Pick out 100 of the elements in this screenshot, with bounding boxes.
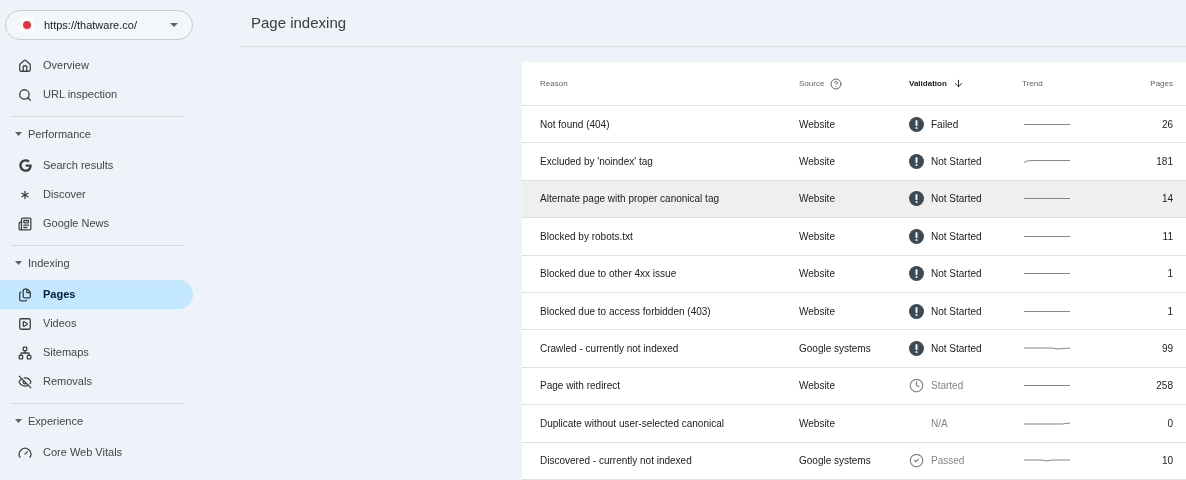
alert-icon (909, 116, 924, 132)
nav-item[interactable]: URL inspection (0, 80, 193, 109)
pages-count: 26 (1161, 117, 1173, 132)
validation-status: Not Started (931, 229, 982, 244)
reason-text: Blocked by robots.txt (540, 230, 633, 242)
sitemap-icon (18, 345, 32, 360)
alert-icon (909, 191, 924, 207)
source-text: Website (799, 118, 835, 130)
column-header: Source (799, 77, 825, 90)
source-text: Website (799, 417, 835, 429)
pages-count: 258 (1156, 379, 1173, 394)
nav-item[interactable]: Sitemaps (0, 338, 193, 367)
trend-sparkline (1024, 234, 1070, 238)
column-header: Trend (1022, 77, 1043, 90)
nav-item[interactable]: Google News (0, 209, 193, 238)
nav-item[interactable]: Search results (0, 151, 193, 180)
nav-item[interactable]: Removals (0, 367, 193, 396)
source-text: Website (799, 380, 835, 392)
table-row[interactable]: Blocked due to other 4xx issue Website Not Started 1 (522, 255, 1186, 293)
reason-text: Alternate page with proper canonical tag (540, 193, 719, 205)
column-header: Pages (1150, 77, 1173, 90)
trend-sparkline (1024, 309, 1070, 313)
source-text: Website (799, 156, 835, 168)
trend-sparkline (1024, 384, 1070, 388)
letter-g-icon (18, 159, 32, 172)
nav-item[interactable]: Videos (0, 309, 193, 338)
validation-status: Failed (931, 117, 959, 132)
nav-item[interactable]: Pages (0, 280, 193, 309)
reason-text: Page with redirect (540, 380, 621, 392)
pages-count: 14 (1161, 192, 1173, 207)
nav-item[interactable]: Discover (0, 180, 193, 209)
home-icon (18, 58, 32, 73)
source-text: Website (799, 193, 835, 205)
nav-item[interactable]: Overview (0, 51, 193, 80)
validation-status: Not Started (931, 192, 982, 207)
collapse-caret-icon[interactable] (15, 261, 22, 265)
table-row[interactable]: Excluded by 'noindex' tag Website Not Started 181 (522, 143, 1186, 181)
collapse-caret-icon[interactable] (15, 132, 22, 136)
validation-status: Not Started (931, 304, 982, 319)
table-row[interactable]: Page with redirect Website Started 258 (522, 367, 1186, 406)
newspaper-icon (18, 216, 32, 231)
pages-count: 1 (1167, 304, 1173, 319)
pages-count: 11 (1162, 229, 1173, 244)
pages-count: 10 (1161, 454, 1173, 469)
gauge-icon (18, 445, 32, 460)
check-circle-icon (909, 453, 924, 469)
reason-text: Not found (404) (540, 118, 610, 130)
trend-sparkline (1024, 347, 1070, 351)
video-icon (18, 316, 32, 331)
page-title: Page indexing (251, 12, 347, 33)
help-icon[interactable] (830, 77, 843, 90)
reason-text: Blocked due to access forbidden (403) (540, 305, 711, 317)
table-row[interactable]: Crawled - currently not indexed Google systems Not Started 99 (522, 330, 1186, 368)
table-row[interactable]: Duplicate without user-selected canonical Website N/A 0 (522, 405, 1186, 443)
reason-text: Blocked due to other 4xx issue (540, 268, 677, 280)
source-text: Website (799, 230, 835, 242)
alert-icon (909, 266, 924, 282)
property-selector[interactable]: https://thatware.co/ (5, 10, 193, 40)
alert-icon (909, 303, 924, 319)
validation-status: Passed (931, 454, 965, 469)
table-row[interactable]: Discovered - currently not indexed Google systems Passed 10 (522, 442, 1186, 480)
column-header: Reason (540, 77, 568, 90)
source-text: Google systems (799, 343, 871, 355)
validation-status: Not Started (931, 155, 982, 170)
source-text: Website (799, 268, 835, 280)
reason-text: Discovered - currently not indexed (540, 455, 692, 467)
alert-icon (909, 154, 924, 170)
collapse-caret-icon[interactable] (15, 419, 22, 423)
trend-sparkline (1024, 197, 1070, 201)
section-header[interactable]: Performance (28, 125, 91, 143)
table-row[interactable]: Alternate page with proper canonical tag Website Not Started 14 (522, 180, 1186, 219)
source-text: Google systems (799, 455, 871, 467)
reason-text: Crawled - currently not indexed (540, 343, 679, 355)
reason-text: Duplicate without user-selected canonical (540, 417, 724, 429)
section-header[interactable]: Experience (28, 412, 84, 430)
table-row[interactable]: Blocked by robots.txt Website Not Started 11 (522, 218, 1186, 256)
clock-icon (909, 378, 924, 394)
trend-sparkline (1024, 459, 1070, 463)
site-favicon-icon (20, 18, 34, 32)
pages-count: 0 (1167, 416, 1173, 431)
pages-count: 99 (1161, 342, 1173, 357)
table-row[interactable]: Blocked due to access forbidden (403) Website Not Started 1 (522, 292, 1186, 331)
pages-count: 181 (1156, 155, 1173, 170)
validation-status: Started (931, 379, 964, 394)
alert-icon (909, 341, 924, 357)
trend-sparkline (1024, 160, 1070, 164)
nav-item[interactable]: Core Web Vitals (0, 438, 193, 467)
section-header[interactable]: Indexing (28, 254, 70, 272)
validation-status: Not Started (931, 267, 982, 282)
search-icon (18, 87, 32, 102)
trend-sparkline (1024, 122, 1070, 126)
trend-sparkline (1024, 421, 1070, 425)
validation-status: Not Started (931, 342, 982, 357)
sort-arrow-icon[interactable] (952, 78, 964, 89)
pages-icon (18, 287, 32, 302)
reason-text: Excluded by 'noindex' tag (540, 156, 653, 168)
table-row[interactable]: Not found (404) Website Failed 26 (522, 106, 1186, 144)
source-text: Website (799, 305, 835, 317)
column-header[interactable]: Validation (909, 77, 947, 90)
pages-count: 1 (1167, 267, 1173, 282)
